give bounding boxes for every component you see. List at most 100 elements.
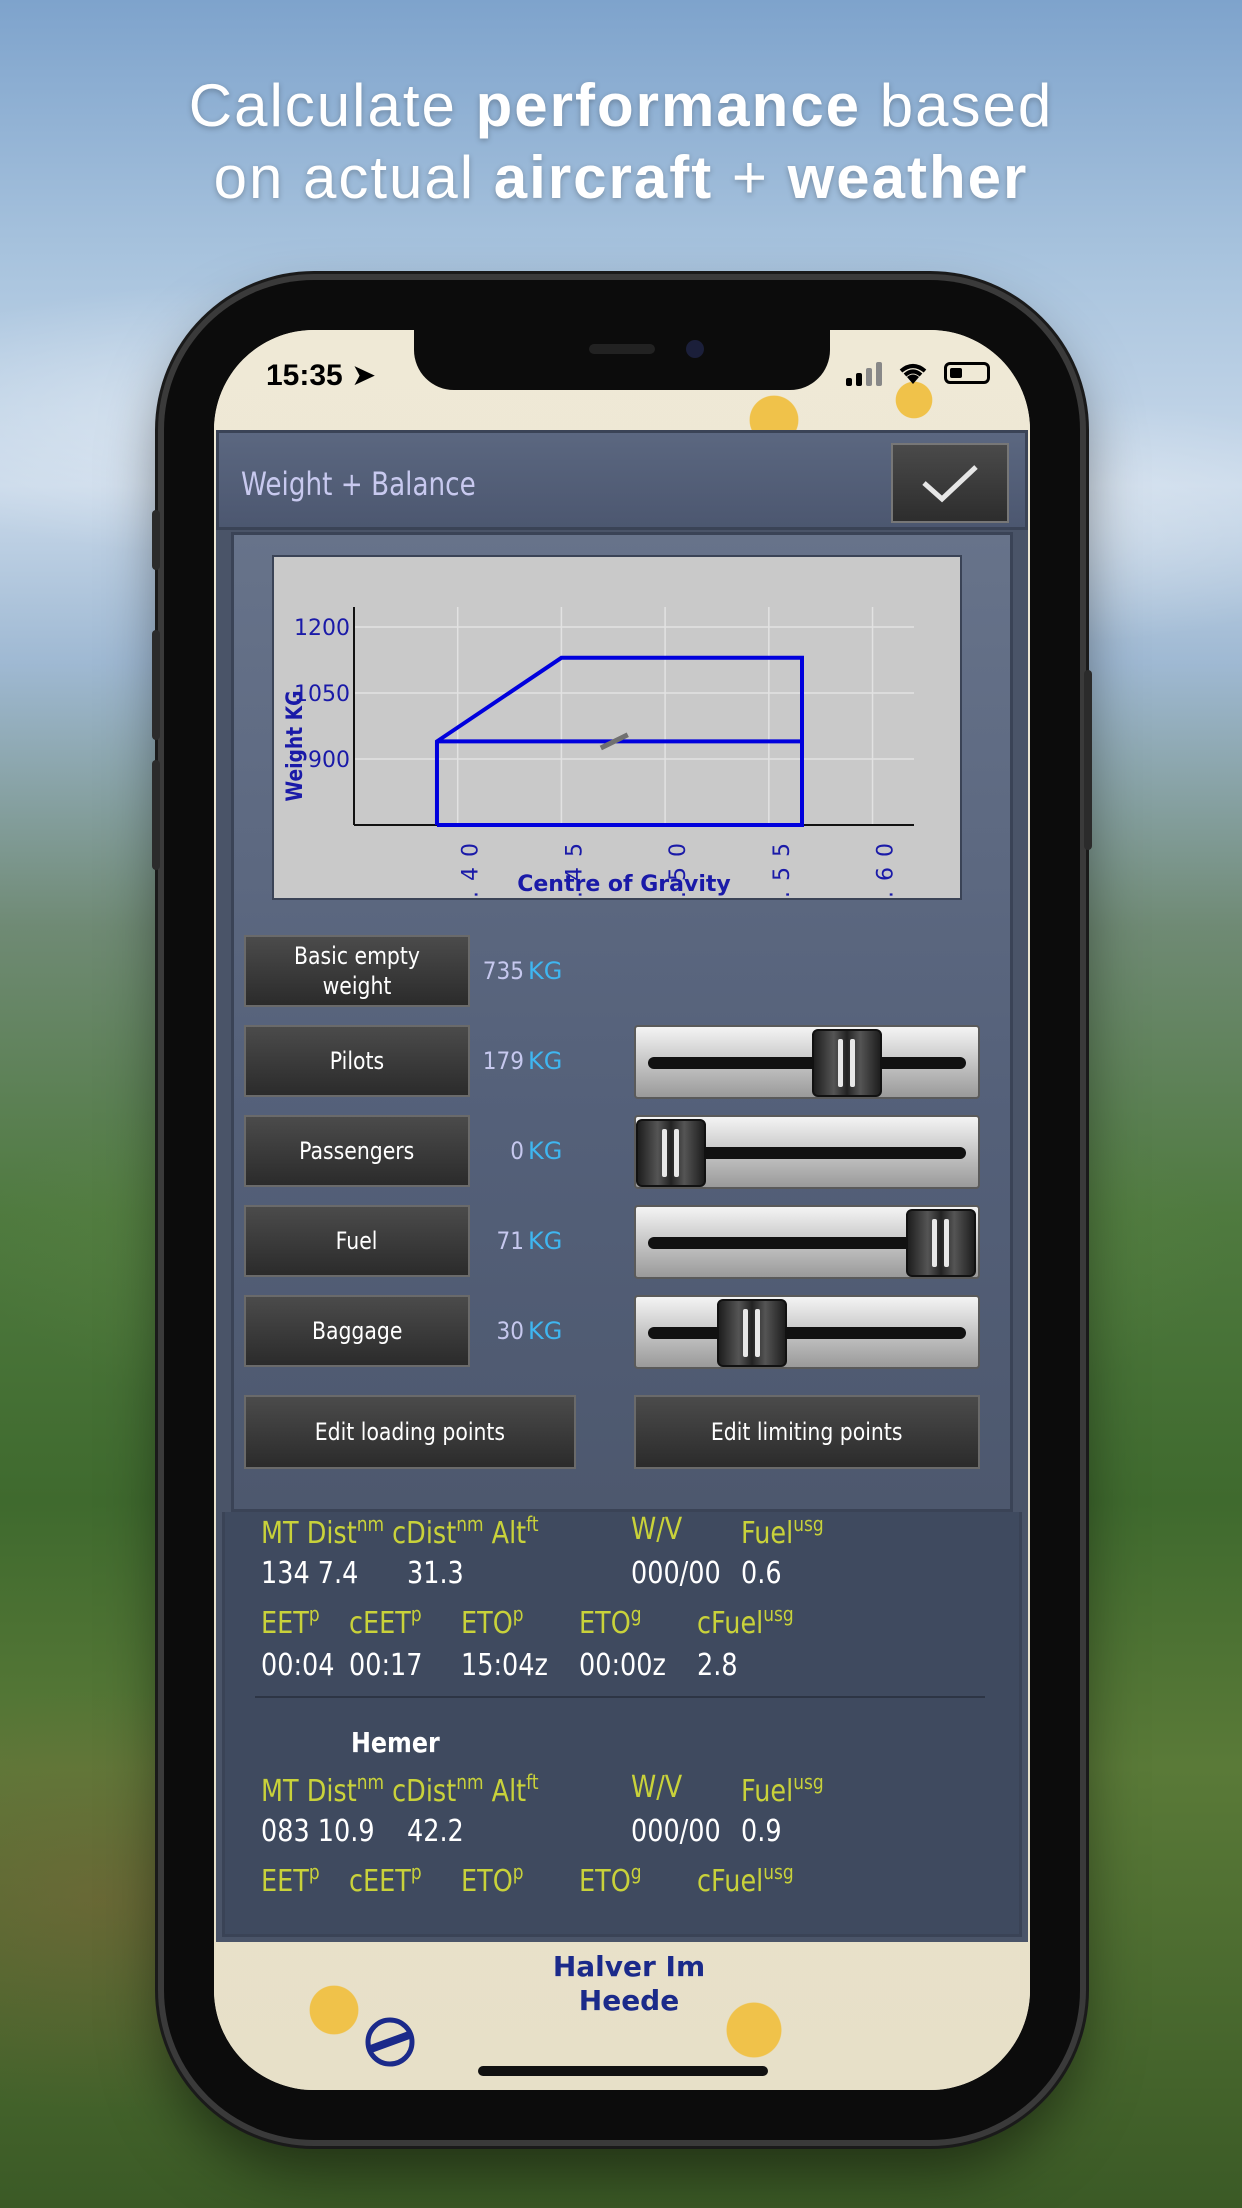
home-indicator[interactable]: [478, 2066, 768, 2076]
x-axis-label: Centre of Gravity: [517, 872, 731, 897]
fuel-slider[interactable]: [634, 1205, 980, 1279]
wifi-icon: [899, 364, 927, 384]
edit-loading-points-label: Edit loading points: [314, 1418, 506, 1446]
waypoint-name[interactable]: Hemer: [351, 1726, 440, 1759]
location-arrow-icon: ➤: [351, 359, 377, 392]
navlog-header-cfuel-2: cFuelusg: [697, 1860, 794, 1899]
screen: 15:35 ➤ Weight + Balance 1200 1050 900 2…: [214, 330, 1030, 2090]
pilots-slider-track: [648, 1057, 966, 1069]
fuel-weight-value: 71: [496, 1227, 524, 1255]
speaker: [589, 344, 655, 354]
navlog-header-eto-p: ETOp: [461, 1602, 524, 1641]
passengers-slider-thumb[interactable]: [636, 1119, 706, 1187]
status-bar: 15:35 ➤: [214, 330, 1030, 430]
leg1-wv: 000/00: [631, 1556, 721, 1591]
fuel-button[interactable]: Fuel: [244, 1205, 470, 1277]
leg2-mt-dist: 083 10.9: [261, 1814, 375, 1849]
cg-envelope-chart: 1200 1050 900 2.40 2.45 2.50 2.55 2.60 Weight KG…: [272, 555, 962, 922]
checkmark-icon: [922, 465, 978, 503]
navlog-header-row-2: MT Distnm cDistnm Altft: [261, 1770, 539, 1809]
x-tick-label: 2.55: [770, 833, 795, 898]
basic-empty-weight-weight-unit: KG: [528, 957, 563, 985]
leg1-cfuel: 2.8: [697, 1648, 738, 1683]
leg1-mt-dist: 134 7.4: [261, 1556, 359, 1591]
pilots-label: Pilots: [329, 1047, 385, 1075]
navlog-divider: [255, 1696, 985, 1698]
leg1-cdist: 31.3: [407, 1556, 464, 1591]
navlog-header-fuel-2: Fuelusg: [741, 1770, 824, 1809]
baggage-weight-value: 30: [496, 1317, 524, 1345]
x-tick-label: 2.60: [874, 833, 899, 898]
fuel-label: Fuel: [336, 1227, 378, 1255]
fuel-weight-unit: KG: [528, 1227, 563, 1255]
status-icons: [846, 360, 990, 386]
panel-title: Weight + Balance: [241, 465, 476, 503]
volume-down-button: [152, 760, 160, 870]
confirm-button[interactable]: [891, 443, 1009, 523]
pilots-weight-value: 179: [482, 1047, 524, 1075]
volume-up-button: [152, 630, 160, 740]
cellular-signal-icon: [846, 360, 882, 386]
navlog-header-row-1: MT Distnm cDistnm Altft: [261, 1512, 539, 1551]
notch: [414, 330, 830, 390]
leg2-fuel: 0.9: [741, 1814, 782, 1849]
weight-balance-body: 1200 1050 900 2.40 2.45 2.50 2.55 2.60 Weight KG…: [231, 532, 1013, 1512]
airfield-icon[interactable]: [362, 2014, 418, 2070]
leg1-ceet: 00:17: [349, 1648, 423, 1683]
headline: Calculate performance based on actual ai…: [188, 72, 1054, 211]
map-airfield-label[interactable]: Halver Im Heede: [534, 1950, 724, 2018]
y-axis-label: Weight KG: [282, 691, 308, 802]
baggage-weight-unit: KG: [528, 1317, 563, 1345]
pilots-button[interactable]: Pilots: [244, 1025, 470, 1097]
basic-empty-weight-label: Basic empty weight: [294, 942, 420, 1000]
power-button: [1084, 670, 1092, 850]
navigation-log[interactable]: MT Distnm cDistnm Altft W/V Fuelusg 134 …: [222, 1512, 1022, 1937]
leg1-eto-g: 00:00z: [579, 1648, 666, 1683]
navlog-header-wv-2: W/V: [631, 1770, 683, 1805]
navlog-header-eto-g: ETOg: [579, 1602, 642, 1641]
edit-limiting-points-button[interactable]: Edit limiting points: [634, 1395, 980, 1469]
navlog-header-eto-p-2: ETOp: [461, 1860, 524, 1899]
battery-icon: [944, 362, 990, 384]
leg2-wv: 000/00: [631, 1814, 721, 1849]
leg1-eto-p: 15:04z: [461, 1648, 548, 1683]
pilots-weight-unit: KG: [528, 1047, 563, 1075]
navlog-header-eet: EETp: [261, 1602, 320, 1641]
edit-loading-points-button[interactable]: Edit loading points: [244, 1395, 576, 1469]
baggage-slider-track: [648, 1327, 966, 1339]
navlog-header-ceet: cEETp: [349, 1602, 422, 1641]
panel-header: Weight + Balance: [216, 430, 1028, 530]
navlog-header-eto-g-2: ETOg: [579, 1860, 642, 1899]
fuel-slider-thumb[interactable]: [906, 1209, 976, 1277]
navlog-header-wv: W/V: [631, 1512, 683, 1547]
navlog-header-eet-2: EETp: [261, 1860, 320, 1899]
weight-balance-panel: Weight + Balance 1200 1050 900 2.40 2.45 2.50…: [216, 430, 1028, 1942]
mute-switch: [152, 510, 160, 570]
passengers-slider[interactable]: [634, 1115, 980, 1189]
pilots-slider[interactable]: [634, 1025, 980, 1099]
cg-envelope-svg: 120010509002.40 2.45 2.50 2.55 2.60Weight KG…: [282, 607, 914, 922]
leg1-eet: 00:04: [261, 1648, 335, 1683]
basic-empty-weight-button[interactable]: Basic empty weight: [244, 935, 470, 1007]
camera: [686, 340, 704, 358]
passengers-weight-unit: KG: [528, 1137, 563, 1165]
x-tick-label: 2.40: [459, 833, 484, 898]
passengers-button[interactable]: Passengers: [244, 1115, 470, 1187]
navlog-header-ceet-2: cEETp: [349, 1860, 422, 1899]
status-time: 15:35 ➤: [266, 359, 377, 392]
passengers-weight-value: 0: [510, 1137, 524, 1165]
leg2-cdist: 42.2: [407, 1814, 464, 1849]
y-tick-label: 1200: [294, 616, 350, 641]
edit-limiting-points-label: Edit limiting points: [711, 1418, 903, 1446]
navlog-header-fuel: Fuelusg: [741, 1512, 824, 1551]
baggage-slider[interactable]: [634, 1295, 980, 1369]
baggage-button[interactable]: Baggage: [244, 1295, 470, 1367]
baggage-label: Baggage: [311, 1317, 403, 1345]
basic-empty-weight-weight-value: 735: [482, 957, 524, 985]
passengers-label: Passengers: [299, 1137, 415, 1165]
y-tick-label: 900: [308, 748, 350, 773]
leg1-fuel: 0.6: [741, 1556, 782, 1591]
baggage-slider-thumb[interactable]: [717, 1299, 787, 1367]
navlog-header-cfuel: cFuelusg: [697, 1602, 794, 1641]
pilots-slider-thumb[interactable]: [811, 1029, 882, 1097]
